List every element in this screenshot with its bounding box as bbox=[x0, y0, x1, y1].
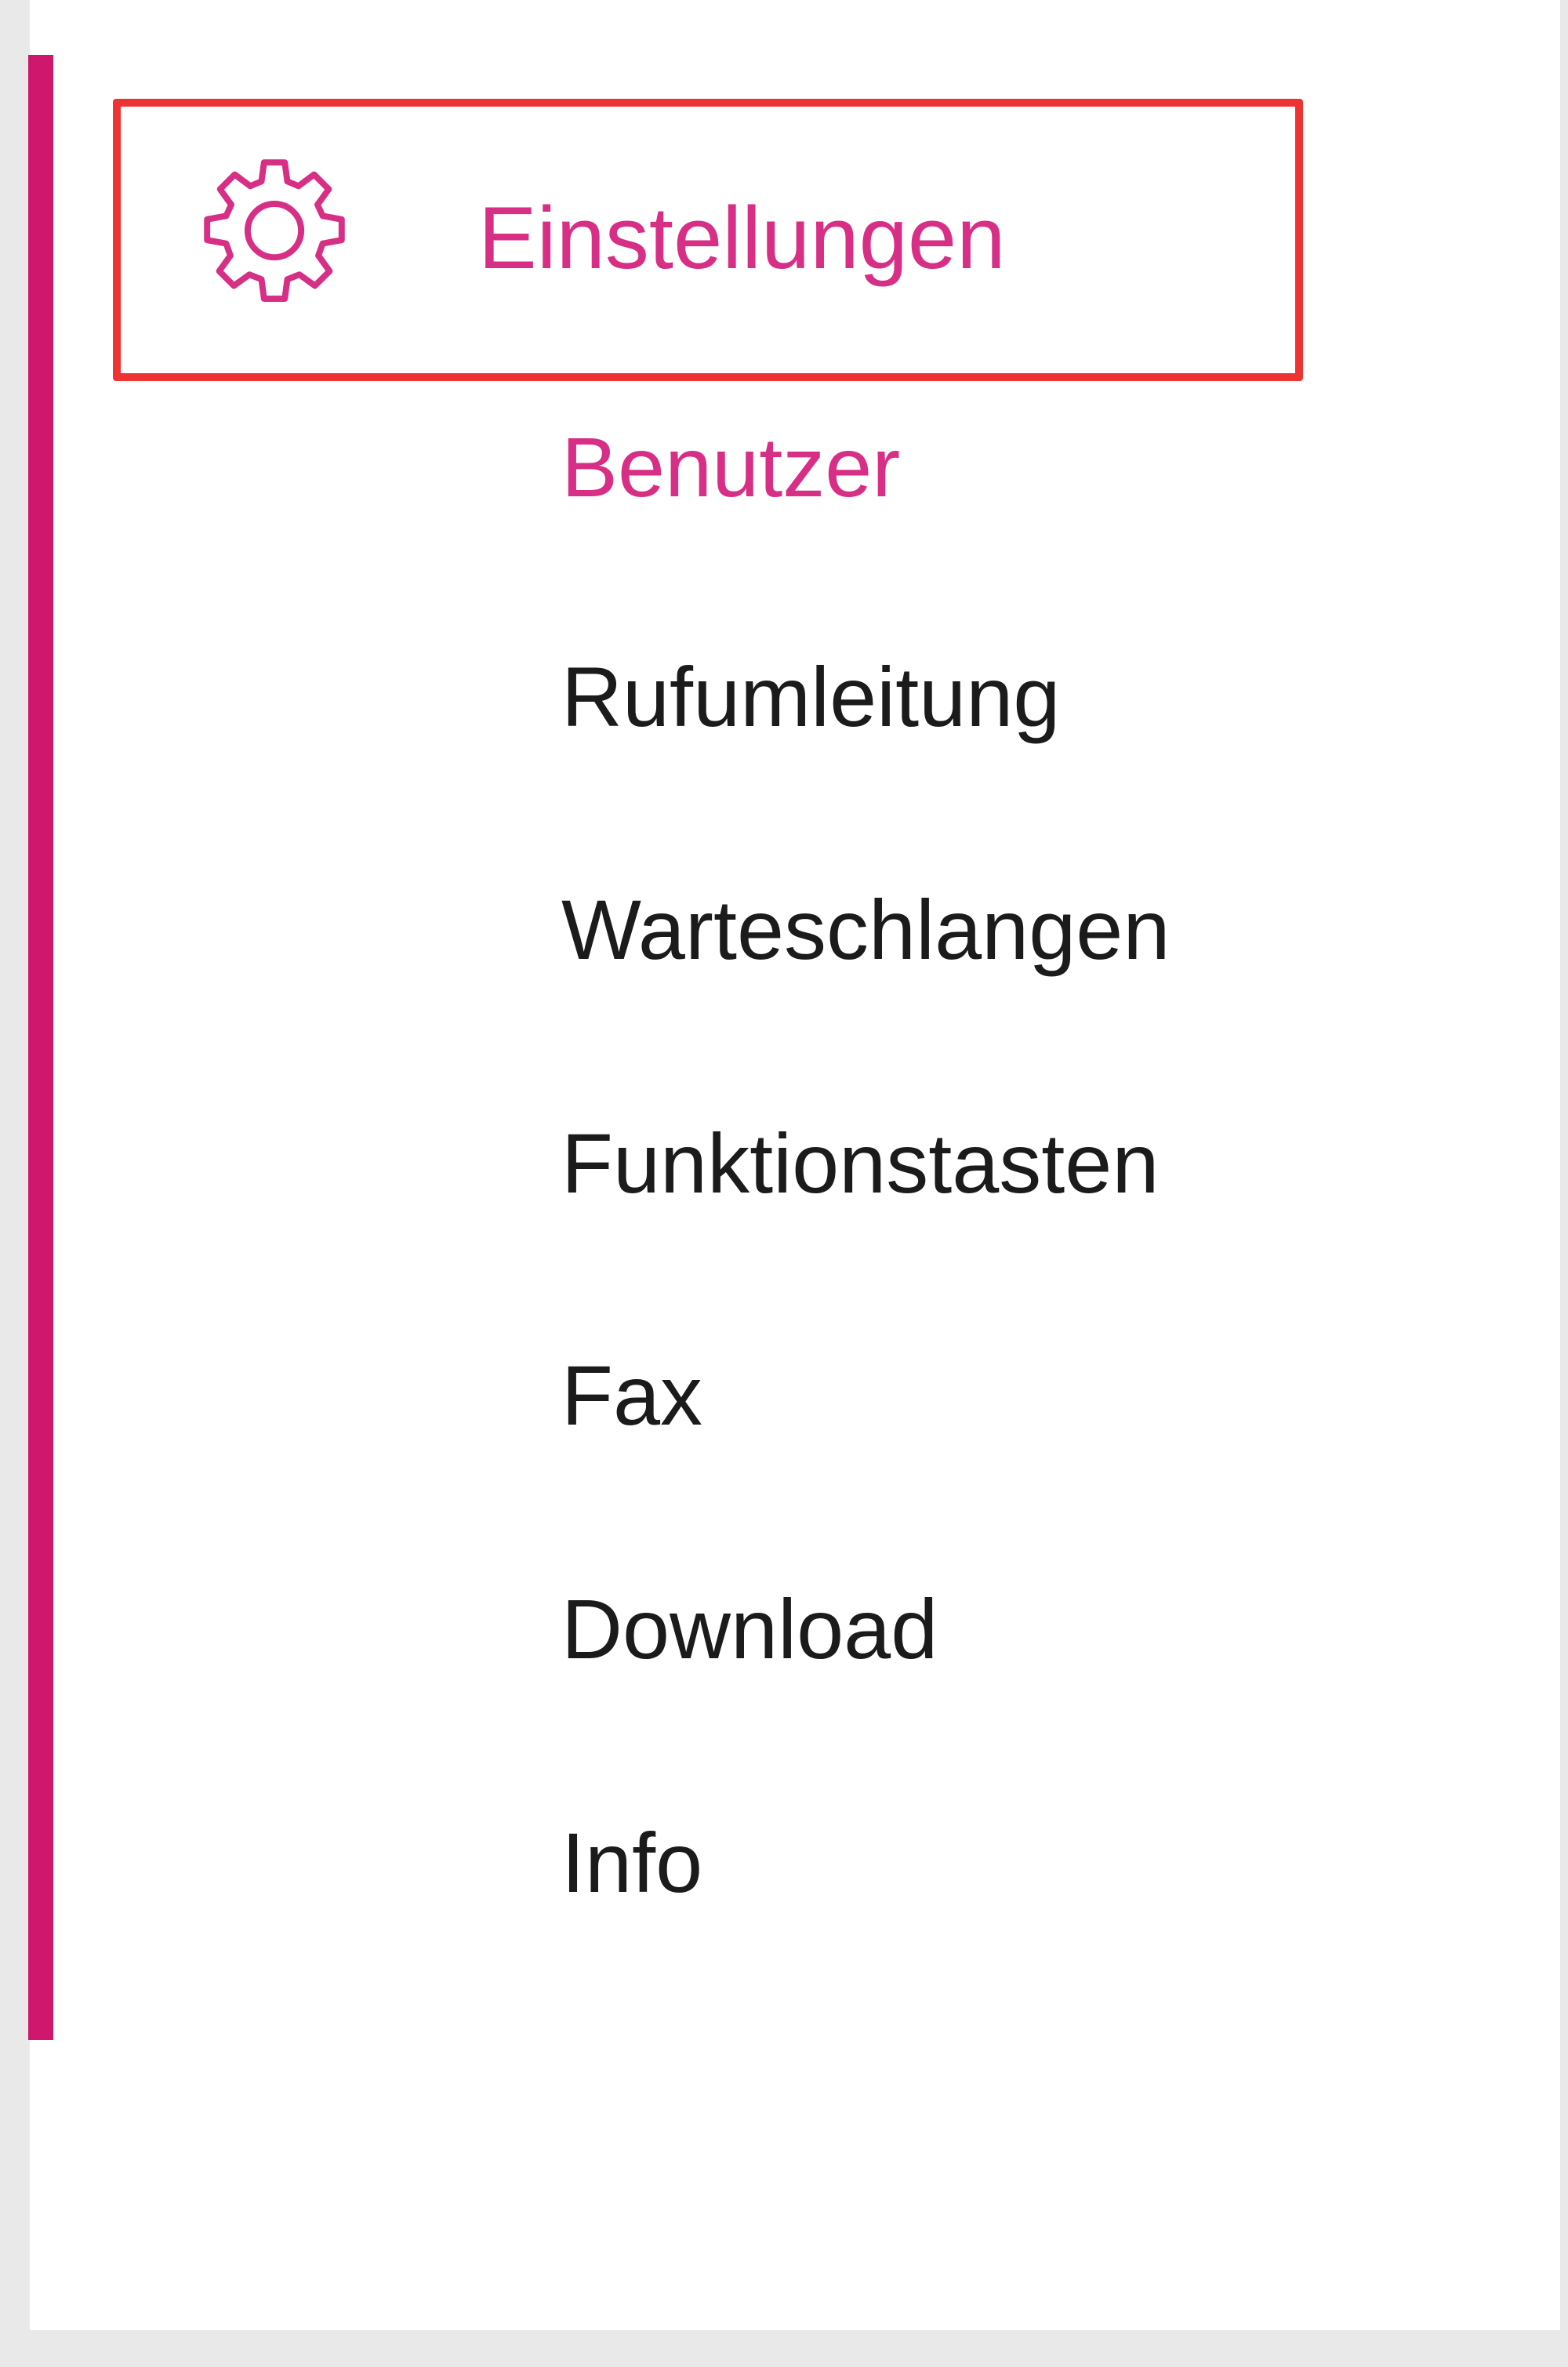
menu-item-warteschlangen[interactable]: Warteschlangen bbox=[561, 888, 1170, 972]
section-title: Einstellungen bbox=[478, 189, 1006, 287]
active-section-indicator bbox=[28, 55, 53, 2040]
gear-icon bbox=[188, 149, 361, 328]
menu-item-download[interactable]: Download bbox=[561, 1587, 938, 1672]
menu-item-info[interactable]: Info bbox=[561, 1821, 702, 1905]
menu-item-funktionstasten[interactable]: Funktionstasten bbox=[561, 1121, 1159, 1206]
menu-item-fax[interactable]: Fax bbox=[561, 1353, 702, 1438]
menu-item-rufumleitung[interactable]: Rufumleitung bbox=[561, 655, 1060, 739]
menu-item-benutzer[interactable]: Benutzer bbox=[561, 425, 900, 510]
window-frame: Einstellungen Benutzer Rufumleitung Wart… bbox=[0, 0, 1568, 2367]
